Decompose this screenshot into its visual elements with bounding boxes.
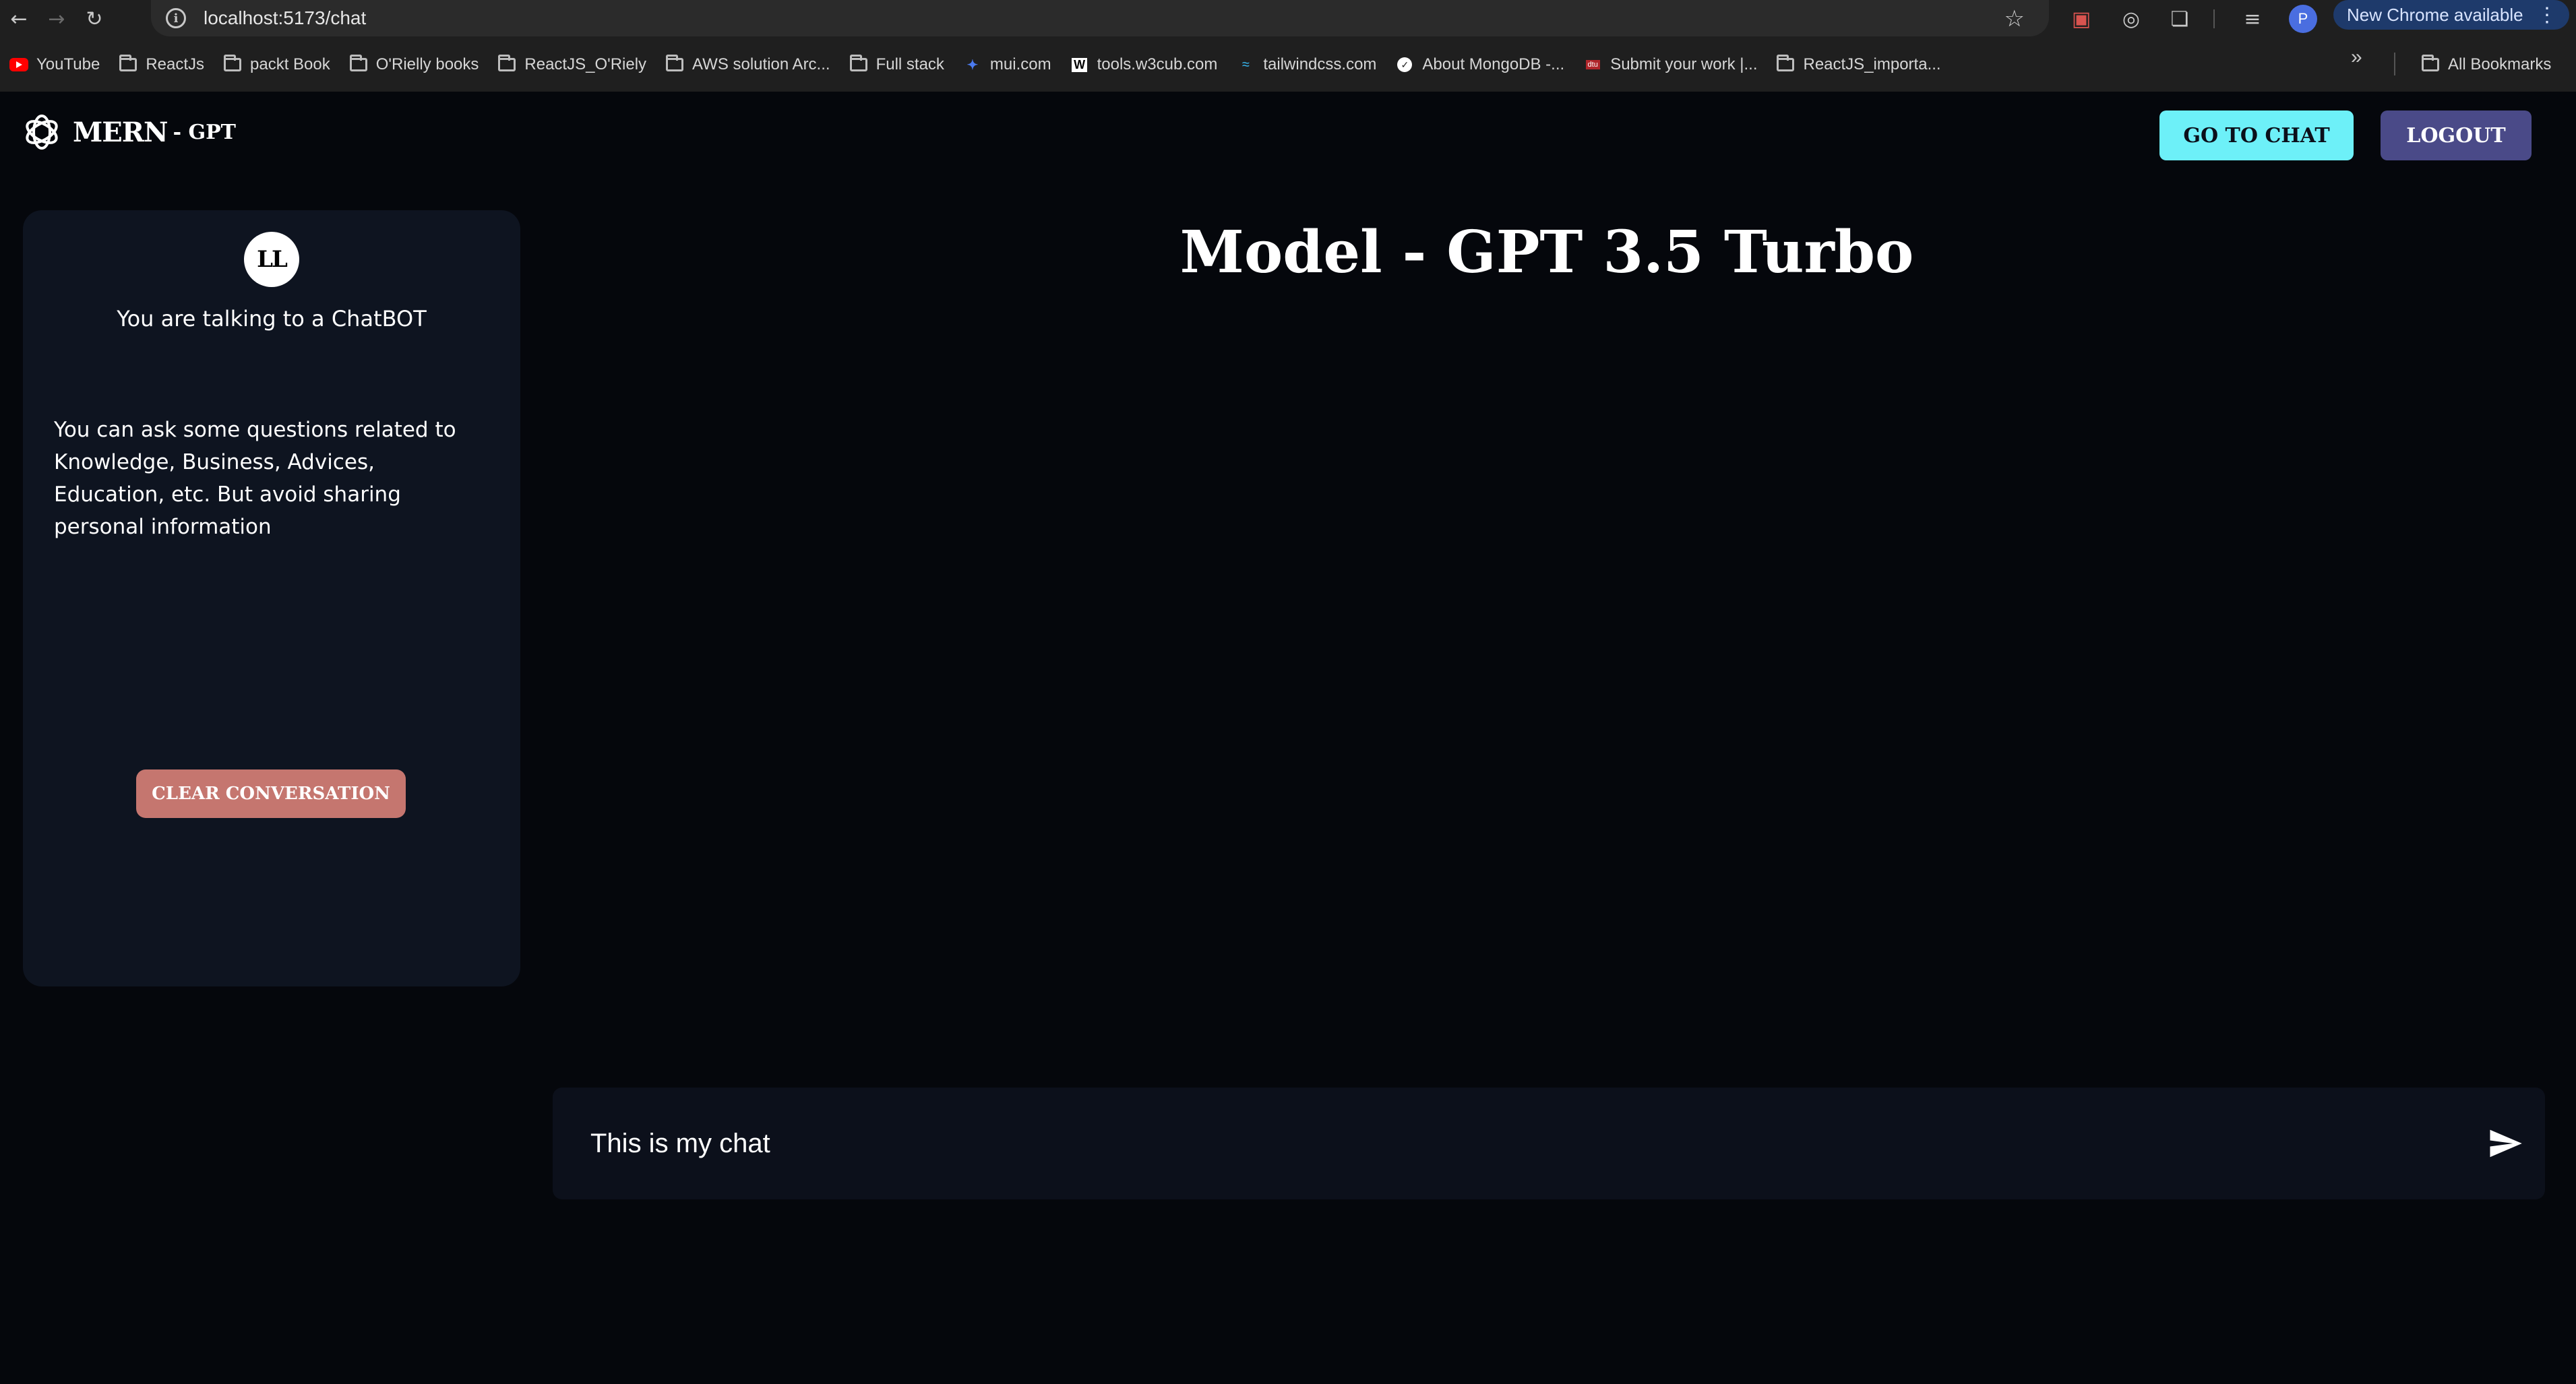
bookmark-item[interactable]: ✓ About MongoDB -...	[1386, 47, 1574, 82]
extensions-puzzle-icon[interactable]: ❏	[2165, 4, 2195, 34]
bookmark-item[interactable]: ✦ mui.com	[954, 47, 1061, 82]
folder-icon	[665, 55, 684, 72]
chat-sidebar: LL You are talking to a ChatBOT You can …	[23, 210, 520, 986]
forward-icon[interactable]: →	[38, 0, 75, 38]
folder-icon	[2421, 55, 2440, 72]
reload-icon[interactable]: ↻	[75, 0, 113, 38]
sidebar-title: You are talking to a ChatBOT	[117, 306, 427, 332]
bookmark-label: ReactJs	[146, 55, 205, 73]
bookmark-label: packt Book	[250, 55, 330, 73]
brand-suffix: - GPT	[173, 120, 236, 144]
send-icon[interactable]	[2487, 1125, 2523, 1162]
sidebar-description: You can ask some questions related to Kn…	[54, 418, 456, 539]
bookmark-item[interactable]: O'Rielly books	[340, 47, 489, 82]
folder-icon	[1776, 55, 1795, 72]
folder-icon	[119, 55, 137, 72]
bookmark-item[interactable]: YouTube	[0, 47, 109, 82]
folder-icon	[497, 55, 516, 72]
mui-icon: ✦	[967, 57, 979, 73]
bookmark-label: About MongoDB -...	[1422, 55, 1565, 73]
clear-conversation-button[interactable]: CLEAR CONVERSATION	[136, 769, 406, 818]
profile-avatar[interactable]: P	[2289, 5, 2317, 33]
bookmark-item[interactable]: ≈ tailwindcss.com	[1227, 47, 1386, 82]
logout-button[interactable]: LOGOUT	[2381, 111, 2532, 160]
bookmark-star-icon[interactable]: ☆	[2004, 5, 2025, 32]
bookmark-label: ReactJS_O'Riely	[524, 55, 647, 73]
bookmark-item[interactable]: ReactJs	[109, 47, 214, 82]
user-avatar: LL	[244, 232, 299, 287]
bookmark-item[interactable]: Full stack	[840, 47, 954, 82]
url-text[interactable]: localhost:5173/chat	[204, 7, 366, 29]
tailwind-icon: ≈	[1241, 57, 1250, 72]
chat-input-bar	[553, 1088, 2545, 1199]
toolbar-divider	[2213, 9, 2215, 28]
bookmark-label: Full stack	[876, 55, 944, 73]
youtube-icon	[9, 57, 28, 72]
bookmark-label: O'Rielly books	[375, 55, 479, 73]
extension-target-icon[interactable]: ◎	[2116, 4, 2146, 34]
folder-icon	[849, 55, 868, 72]
bookmark-label: Submit your work |...	[1610, 55, 1758, 73]
folder-icon	[223, 55, 242, 72]
page-title: Model - GPT 3.5 Turbo	[1179, 218, 1914, 286]
bookmark-item[interactable]: Wtools.w3cub.com	[1061, 47, 1227, 82]
bookmark-label: YouTube	[36, 55, 100, 73]
bookmark-label: tailwindcss.com	[1263, 55, 1377, 73]
bookmark-item[interactable]: packt Book	[214, 47, 340, 82]
chrome-update-button[interactable]: New Chrome available ⋮	[2333, 0, 2569, 30]
bookmark-label: mui.com	[989, 55, 1051, 73]
bookmarks-bar: YouTube ReactJs packt Book O'Rielly books Re…	[0, 38, 2576, 92]
go-to-chat-button[interactable]: GO TO CHAT	[2159, 111, 2354, 160]
bookmark-item[interactable]: dtu Submit your work |...	[1574, 47, 1767, 82]
bookmark-item[interactable]: ReactJS_O'Riely	[488, 47, 656, 82]
brand-logo[interactable]: MERN - GPT	[20, 111, 236, 154]
bookmark-label: tools.w3cub.com	[1097, 55, 1218, 73]
bookmark-item[interactable]: ReactJS_importa...	[1767, 47, 1950, 82]
media-controls-icon[interactable]: ≡	[2238, 4, 2267, 34]
mongodb-icon: ✓	[1395, 57, 1414, 72]
bookmark-label: AWS solution Arc...	[692, 55, 830, 73]
bookmark-item[interactable]: AWS solution Arc...	[656, 47, 840, 82]
extension-icon[interactable]: ▣	[2066, 4, 2096, 34]
address-bar[interactable]: i localhost:5173/chat ☆	[151, 0, 2049, 36]
bookmarks-divider	[2394, 53, 2395, 75]
openai-logo-icon	[26, 115, 58, 150]
app-root: MERN - GPT GO TO CHAT LOGOUT LL You are …	[0, 92, 2576, 1384]
browser-toolbar: ← → ↻ i localhost:5173/chat ☆ ▣ ◎ ❏ ≡ P …	[0, 0, 2576, 38]
chat-input[interactable]	[590, 1114, 2410, 1172]
bookmarks-overflow-icon[interactable]: »	[2351, 46, 2362, 69]
all-bookmarks[interactable]: All Bookmarks	[2412, 47, 2560, 82]
folder-icon	[349, 55, 368, 72]
back-icon[interactable]: ←	[0, 0, 38, 38]
site-info-icon[interactable]: i	[166, 8, 186, 28]
site-icon: dtu	[1583, 57, 1602, 72]
chrome-update-label: New Chrome available	[2347, 4, 2523, 25]
w3cub-icon: W	[1070, 57, 1089, 72]
menu-dots-icon: ⋮	[2537, 3, 2557, 26]
bookmark-label: ReactJS_importa...	[1803, 55, 1941, 73]
all-bookmarks-label: All Bookmarks	[2448, 55, 2552, 73]
brand-name: MERN	[73, 116, 168, 148]
